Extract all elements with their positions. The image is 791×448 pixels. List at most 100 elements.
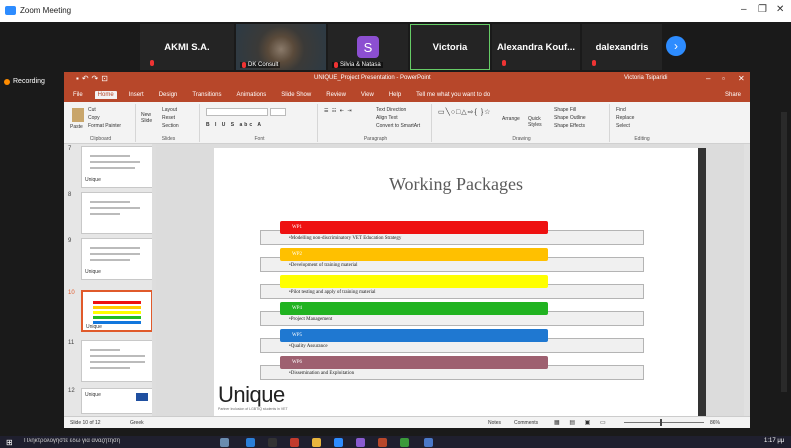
- slide-edge-strip: [698, 148, 706, 418]
- layout-button[interactable]: Layout: [162, 107, 177, 113]
- paragraph-group: ☰ ☷ ⇤ ⇥ Text Direction Align Text Conver…: [320, 104, 432, 142]
- wp-header-bar[interactable]: WP4: [280, 302, 548, 315]
- tab-slide-show[interactable]: Slide Show: [278, 91, 314, 99]
- participant-tile[interactable]: dalexandris: [582, 24, 662, 70]
- powerpoint-taskbar-icon[interactable]: [378, 438, 387, 447]
- paste-button[interactable]: Paste: [70, 124, 83, 130]
- wp-header-bar[interactable]: WP5: [280, 329, 548, 342]
- quick-styles-button[interactable]: Quick Styles: [528, 116, 548, 128]
- view-buttons[interactable]: ▦ ▤ ▣ ▭: [554, 419, 610, 426]
- teams-icon[interactable]: [356, 438, 365, 447]
- tab-view[interactable]: View: [358, 91, 377, 99]
- align-text-button[interactable]: Align Text: [376, 115, 398, 121]
- shapes-gallery[interactable]: ▭╲○□△⇨{ }☆: [438, 108, 491, 116]
- app-icon[interactable]: [424, 438, 433, 447]
- status-bar: Slide 10 of 12 Greek Notes Comments ▦ ▤ …: [64, 416, 750, 428]
- paste-icon[interactable]: [72, 108, 84, 122]
- participant-tile-active[interactable]: Victoria: [410, 24, 490, 70]
- arrange-button[interactable]: Arrange: [502, 116, 520, 122]
- slides-group: New Slide Layout Reset Section Slides: [138, 104, 200, 142]
- notes-button[interactable]: Notes: [488, 420, 501, 426]
- share-button[interactable]: Share: [722, 91, 744, 99]
- muted-mic-icon: [502, 60, 506, 66]
- minimize-button[interactable]: –: [741, 4, 747, 15]
- wp-header-bar[interactable]: [280, 275, 548, 288]
- comments-button[interactable]: Comments: [514, 420, 538, 426]
- maximize-button[interactable]: ❐: [758, 4, 767, 15]
- windows-start-icon[interactable]: ⊞: [6, 438, 13, 447]
- ppt-restore-icon[interactable]: ▫: [722, 74, 725, 83]
- shape-outline-button[interactable]: Shape Outline: [554, 115, 586, 121]
- slide-thumbnail-selected[interactable]: Unique: [81, 290, 153, 332]
- font-size-select[interactable]: [270, 108, 286, 116]
- format-painter-button[interactable]: Format Painter: [88, 123, 121, 129]
- text-direction-button[interactable]: Text Direction: [376, 107, 406, 113]
- reset-button[interactable]: Reset: [162, 115, 175, 121]
- tab-file[interactable]: File: [70, 91, 86, 99]
- taskbar-search[interactable]: Πληκτρολογήστε εδώ για αναζήτηση: [24, 438, 204, 444]
- slide-thumbnail[interactable]: Unique: [81, 238, 153, 280]
- participant-name: AKMI S.A.: [164, 41, 210, 53]
- cut-button[interactable]: Cut: [88, 107, 96, 113]
- group-label: Font: [254, 136, 265, 142]
- shape-effects-button[interactable]: Shape Effects: [554, 123, 585, 129]
- slide-thumbnail[interactable]: Unique: [81, 388, 153, 414]
- app-icon[interactable]: [400, 438, 409, 447]
- muted-mic-icon: [334, 62, 338, 68]
- ribbon: Paste Cut Copy Format Painter Clipboard …: [64, 102, 750, 144]
- next-page-button[interactable]: ›: [666, 36, 686, 56]
- list-buttons[interactable]: ☰ ☷ ⇤ ⇥: [324, 108, 353, 114]
- zoom-slider[interactable]: [624, 422, 704, 423]
- zoom-side-scrollbar[interactable]: [781, 112, 787, 392]
- participant-tile[interactable]: S Silvia & Natasa: [328, 24, 408, 70]
- store-icon[interactable]: [268, 438, 277, 447]
- slide-thumbnail[interactable]: [81, 192, 153, 234]
- file-explorer-icon[interactable]: [312, 438, 321, 447]
- close-button[interactable]: ✕: [776, 4, 784, 15]
- tab-animations[interactable]: Animations: [234, 91, 270, 99]
- language-indicator[interactable]: Greek: [130, 420, 144, 426]
- wp-header-bar[interactable]: WP6: [280, 356, 548, 369]
- tab-insert[interactable]: Insert: [126, 91, 147, 99]
- edge-icon[interactable]: [246, 438, 255, 447]
- zoom-level[interactable]: 86%: [710, 420, 720, 426]
- task-view-icon[interactable]: [220, 438, 229, 447]
- participant-video-tile[interactable]: DK Consult: [236, 24, 326, 70]
- tab-transitions[interactable]: Transitions: [189, 91, 224, 99]
- wp-header-bar[interactable]: WP1: [280, 221, 548, 234]
- tab-review[interactable]: Review: [323, 91, 349, 99]
- zoom-slider-thumb[interactable]: [660, 419, 662, 426]
- font-name-select[interactable]: [206, 108, 268, 116]
- font-format-buttons[interactable]: B I U S abc A: [206, 122, 263, 128]
- acrobat-icon[interactable]: [290, 438, 299, 447]
- participant-name-label: Silvia & Natasa: [332, 62, 383, 68]
- participant-tile[interactable]: AKMI S.A.: [140, 24, 234, 70]
- zoom-app-icon[interactable]: [334, 438, 343, 447]
- tell-me-search[interactable]: Tell me what you want to do: [413, 91, 493, 99]
- convert-smartart-button[interactable]: Convert to SmartArt: [376, 123, 420, 129]
- thumbnail-number: 8: [68, 192, 72, 198]
- ppt-minimize-icon[interactable]: –: [706, 74, 710, 83]
- new-slide-button[interactable]: New Slide: [141, 112, 159, 124]
- group-label: Paragraph: [363, 136, 388, 142]
- slide-title[interactable]: Working Packages: [214, 174, 698, 195]
- section-button[interactable]: Section: [162, 123, 179, 129]
- user-name[interactable]: Victoria Tsiparidi: [624, 75, 667, 81]
- ppt-close-icon[interactable]: ✕: [738, 74, 745, 83]
- find-button[interactable]: Find: [616, 107, 626, 113]
- slide-thumbnail[interactable]: Unique: [81, 146, 153, 188]
- replace-button[interactable]: Replace: [616, 115, 634, 121]
- slide-thumbnail[interactable]: [81, 340, 153, 382]
- tab-design[interactable]: Design: [156, 91, 181, 99]
- tab-home[interactable]: Home: [94, 91, 117, 99]
- participant-tile[interactable]: Alexandra Kouf...: [492, 24, 580, 70]
- shape-fill-button[interactable]: Shape Fill: [554, 107, 576, 113]
- current-slide[interactable]: Working Packages •Modelling non-discrimi…: [214, 148, 698, 418]
- tab-help[interactable]: Help: [386, 91, 404, 99]
- clock[interactable]: 1:17 μμ: [764, 438, 784, 444]
- copy-button[interactable]: Copy: [88, 115, 100, 121]
- select-button[interactable]: Select: [616, 123, 630, 129]
- recording-indicator[interactable]: Recording: [4, 78, 45, 85]
- wp-header-bar[interactable]: WP2: [280, 248, 548, 261]
- quick-access-toolbar[interactable]: ▪↶↷⊡: [76, 74, 111, 83]
